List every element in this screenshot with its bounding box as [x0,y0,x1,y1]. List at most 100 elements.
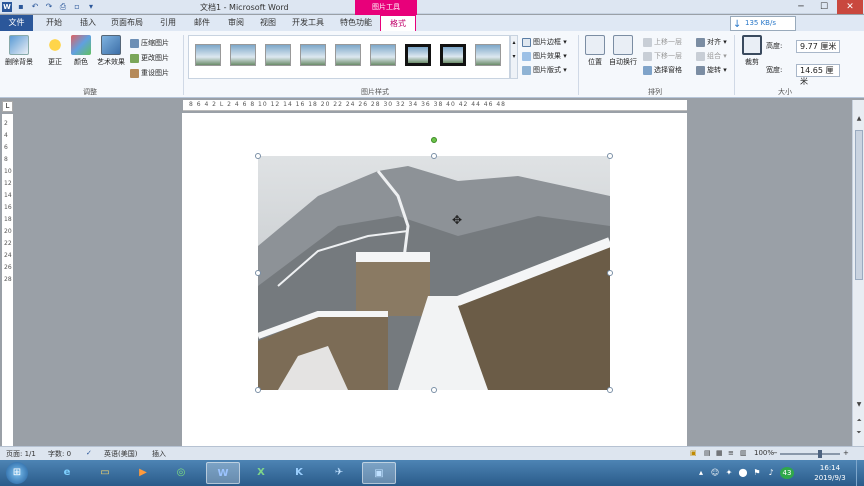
selection-pane-button[interactable]: 选择窗格 [643,64,682,76]
next-page-icon[interactable]: ⏷ [854,428,864,438]
picture-layout-button[interactable]: 图片版式 ▾ [522,64,567,76]
undo-icon[interactable]: ↶ [30,2,40,12]
tab-review[interactable]: 审阅 [220,15,252,31]
bird-app-icon[interactable]: ✈ [322,462,356,484]
resize-handle-w[interactable] [255,270,261,276]
resize-handle-sw[interactable] [255,387,261,393]
outline-icon[interactable]: ≡ [728,449,734,457]
tab-insert[interactable]: 插入 [72,15,104,31]
scroll-down-icon[interactable]: ▼ [854,400,864,410]
tab-format[interactable]: 格式 [380,15,416,31]
rotation-handle[interactable] [431,137,437,143]
save-icon[interactable]: ▪ [16,2,26,12]
width-field[interactable]: 14.65 厘米 [796,64,840,86]
tray-security-icon[interactable]: ⬤ [738,468,748,478]
quick-print-icon[interactable]: ⎙ [58,2,68,12]
remove-background-button[interactable]: 删除背景 [2,35,36,67]
picture-style-7[interactable] [405,44,431,66]
resize-handle-ne[interactable] [607,153,613,159]
picture-style-6[interactable] [370,44,396,66]
resize-handle-nw[interactable] [255,153,261,159]
resize-handle-s[interactable] [431,387,437,393]
picture-style-4[interactable] [300,44,326,66]
tab-file[interactable]: 文件 [0,15,33,31]
media-player-icon[interactable]: ▶ [126,462,160,484]
volume-icon[interactable]: ♪ [766,468,776,478]
vertical-scrollbar[interactable]: ▲ ▼ ⏶ ⏷ [852,100,864,446]
tab-special[interactable]: 特色功能 [334,15,378,31]
clock[interactable]: 16:14 2019/9/3 [808,463,852,483]
tab-selector[interactable]: L [2,101,13,112]
tab-home[interactable]: 开始 [38,15,70,31]
picture-style-3[interactable] [265,44,291,66]
tab-view[interactable]: 视图 [254,15,282,31]
send-backward-button[interactable]: 下移一层 [643,50,682,62]
picture-style-8[interactable] [440,44,466,66]
draft-icon[interactable]: ▥ [740,449,747,457]
tray-input-icon[interactable]: ✦ [724,468,734,478]
resize-handle-n[interactable] [431,153,437,159]
tab-mailings[interactable]: 邮件 [186,15,218,31]
video-app-icon[interactable]: ▣ [362,462,396,484]
picture-effects-button[interactable]: 图片效果 ▾ [522,50,567,62]
close-button[interactable]: ✕ [837,0,863,14]
align-button[interactable]: 对齐 ▾ [696,36,727,48]
wrap-text-button[interactable]: 自动换行 [606,35,640,67]
compress-pictures-button[interactable]: 压缩图片 [130,37,169,49]
horizontal-ruler[interactable]: 8 6 4 2 L 2 4 6 8 10 12 14 16 18 20 22 2… [183,100,687,111]
inserted-picture[interactable] [258,156,610,390]
tab-developer[interactable]: 开发工具 [286,15,330,31]
full-screen-reading-icon[interactable]: ▤ [704,449,711,457]
show-desktop-button[interactable] [856,460,864,486]
scroll-up-icon[interactable]: ▲ [854,114,864,124]
word-app-icon[interactable]: W [2,2,12,12]
zoom-slider[interactable] [780,453,840,455]
change-picture-button[interactable]: 更改图片 [130,52,169,64]
resize-handle-e[interactable] [607,270,613,276]
excel-taskbar-icon[interactable]: X [244,462,278,484]
maximize-button[interactable]: ☐ [813,0,835,14]
word-taskbar-icon[interactable]: W [206,462,240,484]
crop-button[interactable]: 裁剪 [737,35,767,67]
rotate-button[interactable]: 旋转 ▾ [696,64,727,76]
ie-icon[interactable]: e [50,462,84,484]
redo-icon[interactable]: ↷ [44,2,54,12]
proofing-icon[interactable]: ✓ [86,449,92,457]
new-document-icon[interactable]: ▫ [72,2,82,12]
picture-style-9[interactable] [475,44,501,66]
tab-page-layout[interactable]: 页面布局 [106,15,148,31]
zoom-in-button[interactable]: + [843,449,849,457]
page-count[interactable]: 页面: 1/1 [6,449,36,459]
browser-360-icon[interactable]: ◎ [164,462,198,484]
web-layout-icon[interactable]: ▦ [716,449,723,457]
insert-mode[interactable]: 插入 [152,449,166,459]
picture-style-2[interactable] [230,44,256,66]
color-button[interactable]: 颜色 [66,35,96,67]
customize-qat-icon[interactable]: ▾ [86,2,96,12]
reset-picture-button[interactable]: 重设图片 [130,67,169,79]
picture-border-button[interactable]: 图片边框 ▾ [522,36,567,48]
artistic-effects-button[interactable]: 艺术效果 [94,35,128,67]
zoom-slider-knob[interactable] [818,450,822,458]
vertical-ruler[interactable]: 2 4 6 8 10 12 14 16 18 20 22 24 26 28 [2,114,13,446]
word-count[interactable]: 字数: 0 [48,449,71,459]
height-field[interactable]: 9.77 厘米 [796,40,840,53]
tab-references[interactable]: 引用 [152,15,184,31]
group-objects-button[interactable]: 组合 ▾ [696,50,727,62]
k-app-icon[interactable]: K [282,462,316,484]
print-layout-icon[interactable]: ▣ [690,449,697,457]
tray-flag-icon[interactable]: ⚑ [752,468,762,478]
tray-badge[interactable]: 43 [780,467,794,479]
resize-handle-se[interactable] [607,387,613,393]
language[interactable]: 英语(美国) [104,449,137,459]
picture-style-1[interactable] [195,44,221,66]
bring-forward-button[interactable]: 上移一层 [643,36,682,48]
minimize-button[interactable]: ─ [790,0,812,14]
zoom-out-button[interactable]: − [772,449,778,457]
explorer-icon[interactable]: ▭ [88,462,122,484]
picture-style-5[interactable] [335,44,361,66]
gallery-scroll[interactable]: ▴ ▾ [510,35,518,79]
zoom-level[interactable]: 100% [754,449,774,457]
tray-app-icon[interactable]: ☺ [710,468,720,478]
tray-arrow-icon[interactable]: ▴ [696,468,706,478]
